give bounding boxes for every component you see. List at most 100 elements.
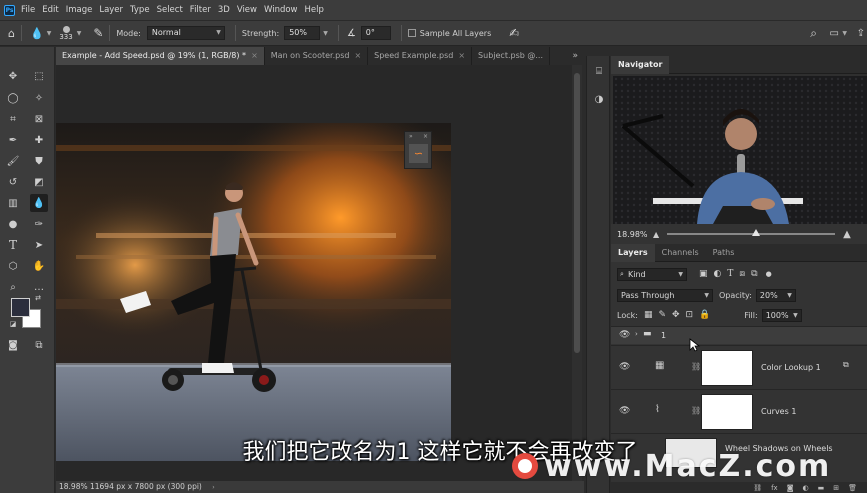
layer-row-curves[interactable]: 👁 ⌇ ⛓ Curves 1 (611, 389, 867, 432)
brush-preset-picker[interactable]: 333 (59, 25, 73, 41)
chevron-right-icon[interactable]: › (635, 330, 638, 338)
strength-input[interactable]: 50% (284, 26, 321, 40)
tab-example-add-speed[interactable]: Example - Add Speed.psd @ 19% (1, RGB/8)… (56, 47, 265, 65)
menu-window[interactable]: Window (264, 5, 298, 15)
lasso-tool-icon[interactable]: ◯ (4, 89, 22, 107)
layer-mask-thumbnail[interactable] (701, 350, 753, 386)
layer-filter-select[interactable]: ⌕ Kind ▼ (617, 267, 687, 281)
tab-speed-example[interactable]: Speed Example.psd × (368, 47, 473, 65)
canvas-area[interactable] (56, 65, 572, 481)
filter-pixel-icon[interactable]: ▣ (699, 269, 708, 279)
shape-tool-icon[interactable]: ⬡ (4, 257, 22, 275)
screen-mode-icon[interactable]: ⧉ (30, 336, 48, 354)
blur-tool-icon[interactable]: 💧 (30, 27, 44, 40)
tab-subject[interactable]: Subject.psb @... (472, 47, 550, 65)
layer-row-color-lookup[interactable]: 👁 ▦ ⛓ Color Lookup 1 ⧉ (611, 345, 867, 388)
menu-layer[interactable]: Layer (99, 5, 123, 15)
layer-name[interactable]: Color Lookup 1 (761, 363, 821, 372)
menu-select[interactable]: Select (157, 5, 183, 15)
dodge-tool-icon[interactable]: ● (4, 215, 22, 233)
filter-smart-object-icon[interactable]: ⧉ (751, 269, 757, 279)
fill-input[interactable]: 100% ▼ (761, 308, 802, 322)
menu-edit[interactable]: Edit (42, 5, 58, 15)
gradient-tool-icon[interactable]: ▥ (4, 194, 22, 212)
history-panel-icon[interactable]: ⌸ (592, 64, 606, 78)
brush-settings-icon[interactable]: ✎ (93, 26, 103, 40)
lock-all-icon[interactable]: 🔒 (699, 310, 710, 320)
chevron-right-icon[interactable]: › (212, 484, 214, 491)
default-colors-icon[interactable]: ◪ (8, 319, 18, 329)
crop-tool-icon[interactable]: ⌗ (4, 110, 22, 128)
lock-transparent-pixels-icon[interactable]: ▦ (644, 310, 653, 320)
hand-tool-icon[interactable]: ✋ (30, 257, 48, 275)
clone-stamp-tool-icon[interactable]: ⛊ (30, 152, 48, 170)
quick-mask-icon[interactable]: ◙ (4, 336, 22, 354)
zoom-in-icon[interactable]: ▲ (843, 229, 851, 240)
filter-type-icon[interactable]: T (727, 269, 733, 279)
menu-help[interactable]: Help (305, 5, 324, 15)
trash-icon[interactable]: 🗑 (848, 484, 857, 492)
zoom-slider-handle[interactable] (752, 229, 761, 236)
magic-wand-tool-icon[interactable]: ✧ (30, 89, 48, 107)
adjustments-panel-icon[interactable]: ◑ (592, 92, 606, 106)
zoom-tool-icon[interactable]: ⌕ (4, 278, 22, 296)
healing-brush-tool-icon[interactable]: ✚ (30, 131, 48, 149)
share-icon[interactable]: ⇪ (857, 28, 865, 39)
navigator-preview[interactable] (613, 76, 867, 224)
filter-shape-icon[interactable]: ⧈ (739, 269, 745, 279)
floating-properties-panel[interactable]: » × ∽ (404, 131, 432, 169)
workspace-icon[interactable]: ▭ (830, 28, 839, 39)
tab-paths[interactable]: Paths (706, 244, 742, 262)
navigator-zoom-value[interactable]: 18.98% (617, 230, 653, 239)
sample-all-layers-checkbox[interactable] (407, 29, 416, 37)
chevron-down-icon[interactable]: ▼ (77, 30, 82, 37)
marquee-tool-icon[interactable]: ⬚ (30, 67, 48, 85)
zoom-out-icon[interactable]: ▲ (653, 230, 659, 239)
eyedropper-tool-icon[interactable]: ✒ (4, 131, 22, 149)
visibility-eye-icon[interactable]: 👁 (619, 362, 630, 372)
pressure-icon[interactable]: ✍ (509, 26, 519, 40)
opacity-input[interactable]: 20% ▼ (755, 288, 796, 302)
lock-image-pixels-icon[interactable]: ✎ (658, 310, 666, 320)
document-canvas[interactable] (56, 123, 451, 461)
menu-filter[interactable]: Filter (190, 5, 211, 15)
scrollbar-thumb[interactable] (574, 73, 580, 353)
home-icon[interactable]: ⌂ (8, 27, 15, 40)
canvas-vertical-scrollbar[interactable] (572, 65, 582, 481)
angle-input[interactable]: 0° (360, 26, 391, 40)
swap-colors-icon[interactable]: ⇄ (33, 293, 43, 303)
eraser-tool-icon[interactable]: ◩ (30, 173, 48, 191)
layer-row-group-1[interactable]: 👁 › ▬ 1 (611, 326, 867, 344)
visibility-eye-icon[interactable]: 👁 (619, 406, 630, 416)
pen-tool-icon[interactable]: ✑ (30, 215, 48, 233)
filter-adjustment-icon[interactable]: ◐ (714, 269, 722, 279)
move-tool-icon[interactable]: ✥ (4, 67, 22, 85)
chevron-down-icon[interactable]: ▼ (47, 30, 52, 37)
foreground-color-swatch[interactable] (11, 298, 30, 317)
menu-3d[interactable]: 3D (218, 5, 230, 15)
tab-man-on-scooter[interactable]: Man on Scooter.psd × (265, 47, 369, 65)
filter-toggle-icon[interactable]: ● (766, 270, 772, 278)
frame-tool-icon[interactable]: ⊠ (30, 110, 48, 128)
layer-name[interactable]: Curves 1 (761, 407, 796, 416)
close-icon[interactable]: × (423, 133, 428, 140)
visibility-eye-icon[interactable]: 👁 (619, 330, 630, 340)
chevron-down-icon[interactable]: ▼ (323, 30, 328, 37)
zoom-slider[interactable] (667, 229, 836, 236)
lock-artboard-icon[interactable]: ⊡ (686, 310, 694, 320)
close-icon[interactable]: × (458, 51, 465, 60)
lock-position-icon[interactable]: ✥ (672, 310, 680, 320)
chevron-down-icon[interactable]: ▼ (842, 30, 847, 37)
brush-tool-icon[interactable]: 🖌 (4, 152, 22, 170)
type-tool-icon[interactable]: T (4, 236, 22, 254)
tab-navigator[interactable]: Navigator (611, 56, 670, 74)
close-icon[interactable]: × (251, 51, 258, 60)
tab-layers[interactable]: Layers (611, 244, 655, 262)
menu-file[interactable]: File (21, 5, 35, 15)
mode-select[interactable]: Normal ▼ (146, 26, 225, 40)
path-selection-tool-icon[interactable]: ➤ (30, 236, 48, 254)
layer-mask-thumbnail[interactable] (701, 394, 753, 430)
menu-image[interactable]: Image (66, 5, 93, 15)
more-tabs-icon[interactable]: » (572, 47, 578, 65)
tab-channels[interactable]: Channels (655, 244, 706, 262)
